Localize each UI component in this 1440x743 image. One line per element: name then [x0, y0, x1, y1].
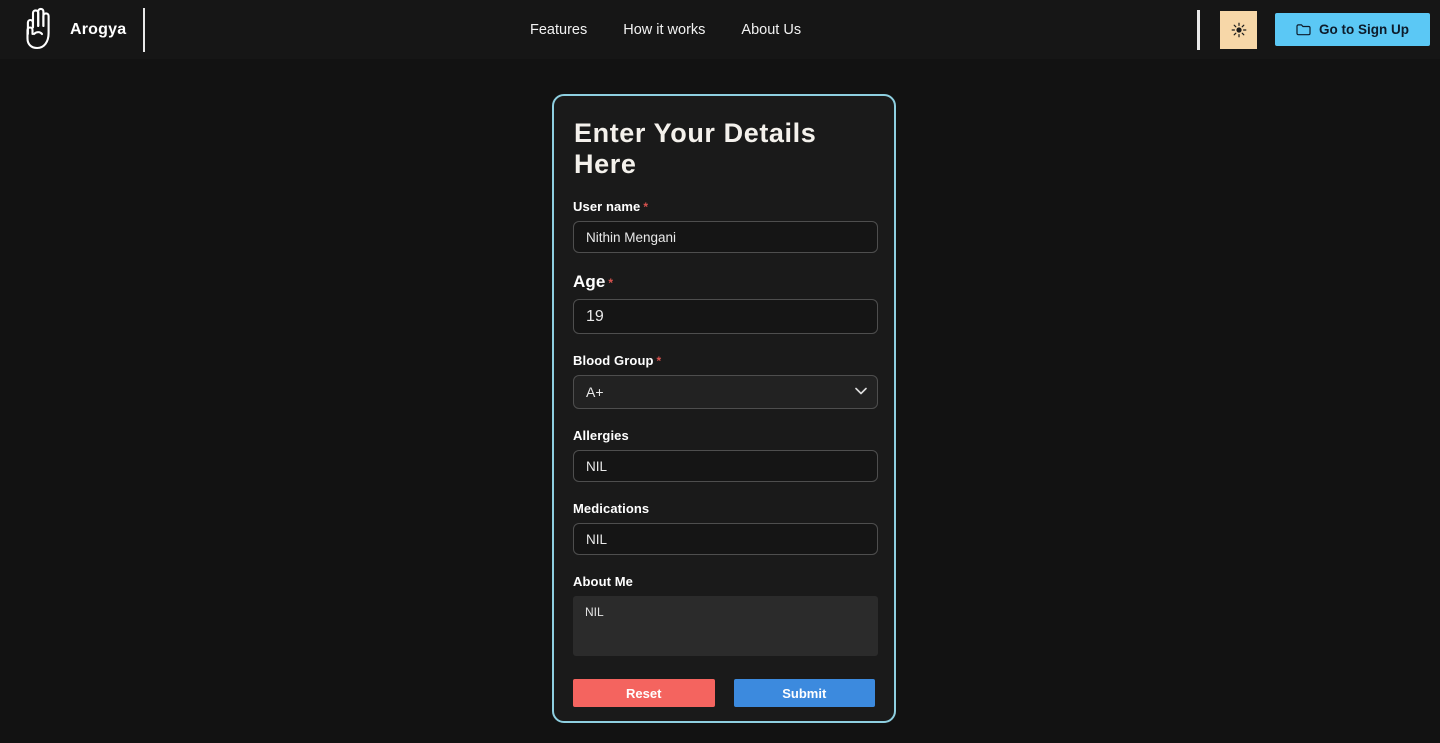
nav-link-about-us[interactable]: About Us — [741, 22, 801, 38]
sign-up-button-label: Go to Sign Up — [1319, 22, 1409, 37]
blood-group-select[interactable]: A+ — [573, 375, 878, 409]
medications-input[interactable] — [573, 523, 878, 555]
user-name-label-text: User name — [573, 199, 641, 214]
required-marker: * — [608, 276, 614, 290]
brand-name: Arogya — [70, 20, 127, 38]
nav-link-how-it-works[interactable]: How it works — [623, 22, 705, 38]
reset-button[interactable]: Reset — [573, 679, 715, 707]
brand-divider — [143, 7, 146, 52]
age-label-text: Age — [573, 272, 606, 291]
allergies-input[interactable] — [573, 450, 878, 482]
allergies-label: Allergies — [573, 428, 629, 443]
go-to-sign-up-button[interactable]: Go to Sign Up — [1275, 13, 1430, 46]
required-marker: * — [656, 354, 662, 368]
field-age: Age * — [573, 272, 878, 334]
submit-button[interactable]: Submit — [733, 679, 875, 707]
medications-label: Medications — [573, 501, 650, 516]
main-nav: Features How it works About Us — [530, 0, 801, 59]
age-input[interactable] — [573, 299, 878, 334]
field-allergies: Allergies — [573, 428, 878, 482]
user-name-input[interactable] — [573, 221, 878, 253]
details-form-card: Enter Your Details Here User name* Age* … — [552, 94, 896, 723]
brand-logo-group[interactable]: Arogya — [22, 0, 146, 59]
age-label: Age * — [573, 272, 875, 292]
user-name-label: User name * — [573, 199, 875, 214]
page-body: Enter Your Details Here User name* Age* … — [0, 59, 1440, 743]
sun-icon — [1231, 22, 1246, 37]
required-marker: * — [643, 200, 649, 214]
top-header: Arogya Features How it works About Us Go… — [0, 0, 1440, 63]
form-actions: Reset Submit — [573, 679, 875, 707]
blood-group-label: Blood Group * — [573, 353, 875, 368]
hand-icon — [26, 7, 50, 49]
theme-toggle-button[interactable] — [1220, 10, 1257, 49]
field-medications: Medications — [573, 501, 878, 555]
page-title: Enter Your Details Here — [574, 118, 817, 179]
about-me-label: About Me — [573, 574, 634, 589]
nav-link-features[interactable]: Features — [530, 22, 587, 38]
blood-group-select-wrap: A+ — [573, 375, 878, 409]
field-blood-group: Blood Group * A+ — [573, 353, 878, 409]
header-divider — [1197, 9, 1200, 50]
field-about-me: About Me — [573, 574, 878, 661]
header-actions: Go to Sign Up — [1197, 0, 1430, 59]
field-user-name: User name * — [573, 199, 878, 253]
about-me-textarea[interactable] — [573, 596, 878, 656]
blood-group-label-text: Blood Group — [573, 353, 654, 368]
folder-icon — [1296, 24, 1311, 36]
